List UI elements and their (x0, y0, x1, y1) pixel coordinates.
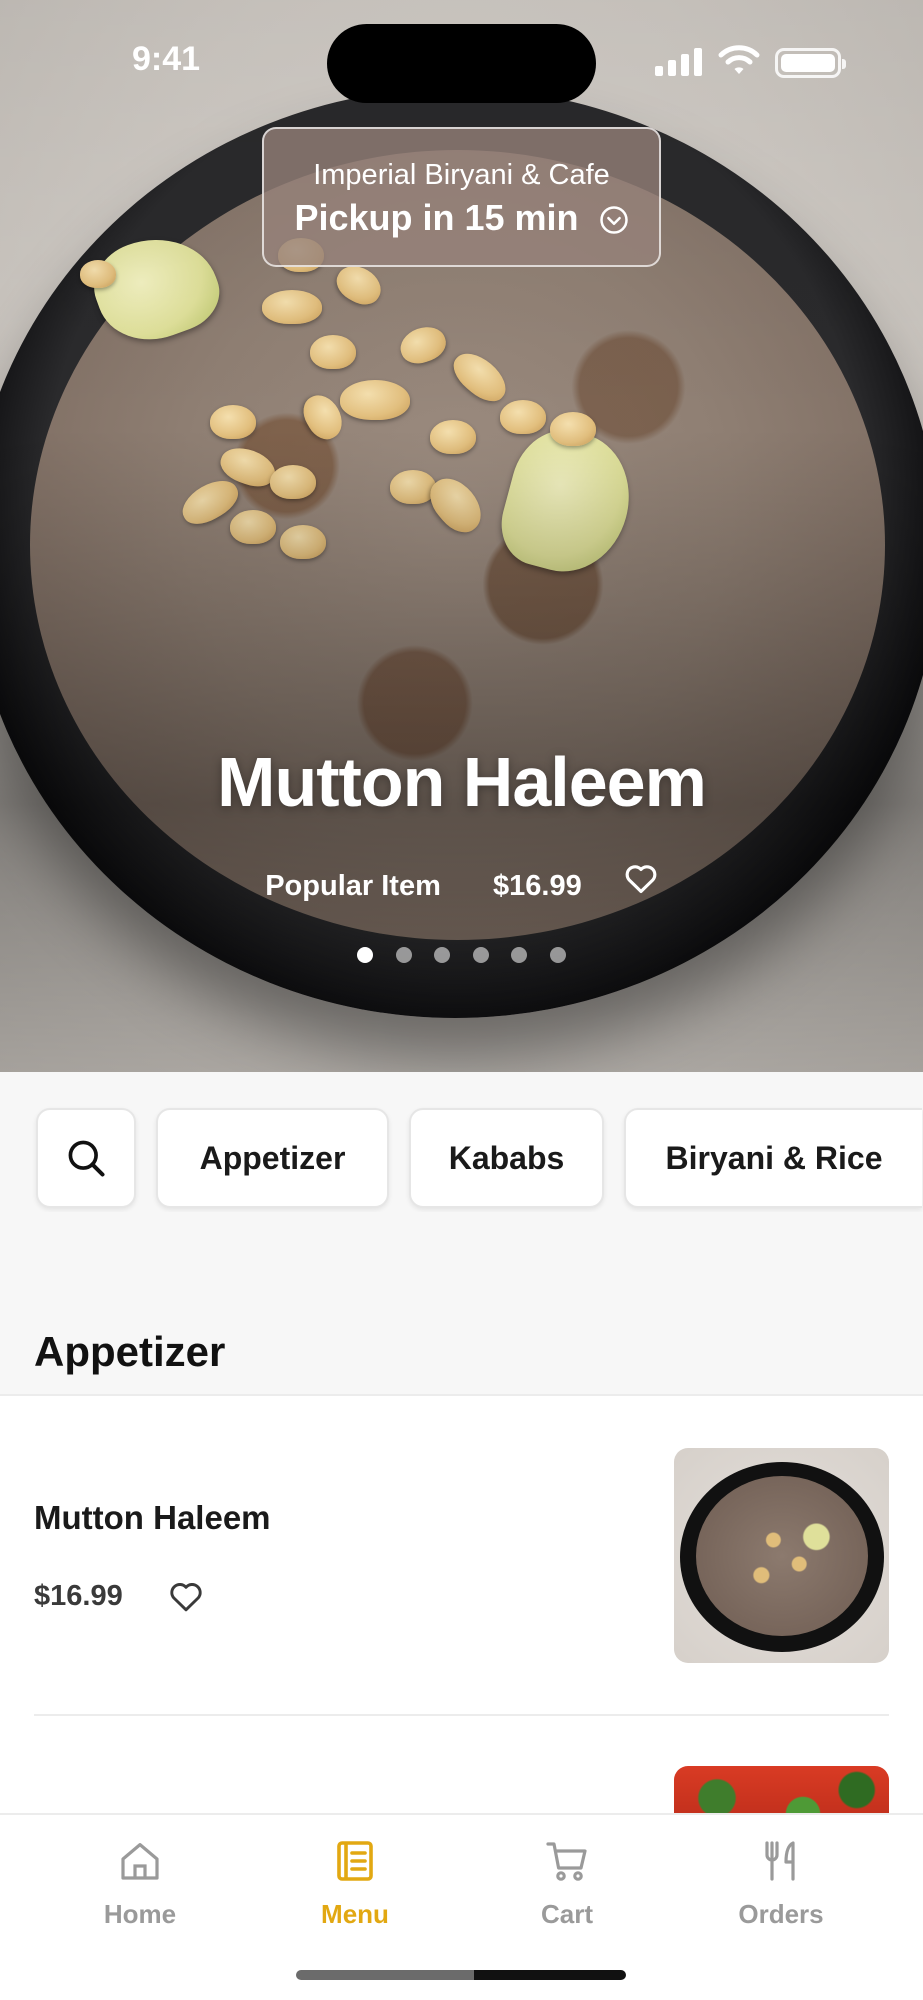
restaurant-name: Imperial Biryani & Cafe (313, 159, 610, 191)
category-chip-kababs[interactable]: Kababs (409, 1108, 604, 1208)
category-chip-appetizer[interactable]: Appetizer (156, 1108, 389, 1208)
fork-knife-icon (765, 1841, 795, 1881)
status-time: 9:41 (132, 40, 201, 78)
hero-item-price: $16.99 (493, 869, 582, 902)
list-item[interactable]: Mutton Haleem $16.99 (0, 1396, 923, 1716)
popular-item-badge: Popular Item (265, 869, 441, 902)
menu-item-list: Mutton Haleem $16.99 (0, 1396, 923, 1846)
app-screen: Mutton Haleem Popular Item $16.99 9:41 I… (0, 0, 923, 2000)
dynamic-island (327, 24, 596, 103)
home-icon (121, 1843, 159, 1880)
menu-item-name: Mutton Haleem (34, 1499, 271, 1536)
divider (34, 1714, 889, 1716)
carousel-dot[interactable] (511, 947, 528, 963)
tab-label: Home (103, 1899, 177, 1929)
tab-label: Menu (321, 1899, 389, 1929)
battery-icon (775, 48, 846, 78)
chevron-down-circle-icon (599, 206, 628, 235)
tab-menu[interactable]: Menu (265, 1837, 445, 1947)
tab-label: Cart (540, 1899, 593, 1929)
tab-orders[interactable]: Orders (691, 1837, 871, 1947)
cart-icon (546, 1842, 587, 1881)
menu-book-icon (337, 1841, 373, 1881)
pickup-selector[interactable]: Imperial Biryani & Cafe Pickup in 15 min (262, 127, 661, 267)
hero-item-title: Mutton Haleem (217, 743, 707, 821)
status-bar: 9:41 (0, 0, 923, 120)
search-button[interactable] (36, 1108, 136, 1208)
section-header: Appetizer (0, 1212, 923, 1396)
menu-item-image (674, 1448, 889, 1663)
carousel-dot[interactable] (434, 947, 451, 963)
wifi-icon (718, 45, 760, 74)
search-icon (68, 1140, 105, 1177)
category-chip-biryani-rice[interactable]: Biryani & Rice (624, 1108, 922, 1208)
tab-cart[interactable]: Cart (477, 1837, 657, 1947)
carousel-dot[interactable] (357, 947, 374, 963)
tab-label: Orders (738, 1899, 824, 1929)
pickup-time-label: Pickup in 15 min (294, 197, 579, 238)
carousel-dot[interactable] (472, 947, 489, 963)
hero-item-meta: Popular Item $16.99 (0, 862, 923, 903)
heart-icon[interactable] (624, 862, 658, 894)
category-chip-bar[interactable]: Appetizer Kababs Biryani & Rice (0, 1072, 923, 1212)
cellular-signal-icon (655, 48, 703, 76)
section-title: Appetizer (34, 1328, 226, 1375)
menu-item-price: $16.99 (34, 1580, 123, 1612)
heart-outline-icon[interactable] (168, 1580, 204, 1612)
carousel-page-indicator[interactable] (0, 947, 923, 968)
carousel-dot[interactable] (395, 947, 412, 963)
home-indicator[interactable] (296, 1970, 626, 1980)
carousel-dot[interactable] (549, 947, 566, 963)
tab-home[interactable]: Home (50, 1837, 230, 1947)
